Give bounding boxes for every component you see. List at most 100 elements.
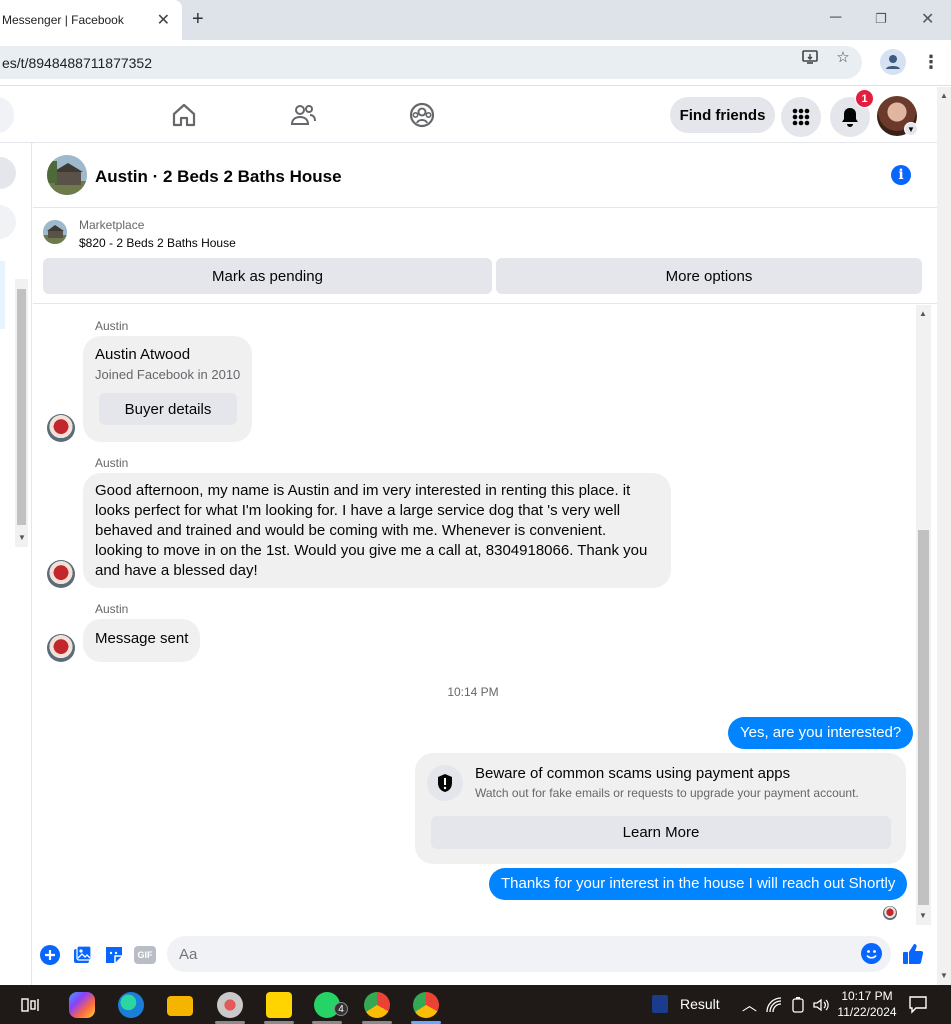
- listing-mini-thumbnail[interactable]: [43, 220, 67, 244]
- url-field[interactable]: es/t/8948488711877352: [0, 46, 862, 79]
- home-icon[interactable]: [170, 101, 198, 129]
- news-result-label[interactable]: Result: [680, 996, 720, 1012]
- incoming-message[interactable]: Message sent: [83, 619, 201, 662]
- sidebar-scroll-thumb[interactable]: [17, 289, 26, 525]
- chrome-icon[interactable]: [364, 992, 390, 1018]
- volume-icon[interactable]: [812, 996, 830, 1014]
- compose-icon[interactable]: [0, 157, 16, 189]
- task-view-icon[interactable]: [18, 992, 42, 1018]
- nfl-icon[interactable]: [652, 995, 668, 1013]
- listing-thumbnail[interactable]: [47, 155, 87, 195]
- mark-as-pending-button[interactable]: Mark as pending: [43, 258, 492, 294]
- system-clock[interactable]: 10:17 PM 11/22/2024: [836, 988, 898, 1020]
- chevron-down-icon[interactable]: ▼: [904, 122, 918, 136]
- marketplace-label: Marketplace: [79, 218, 145, 232]
- close-window-icon[interactable]: ✕: [921, 9, 934, 29]
- scroll-down-arrow-icon[interactable]: ▼: [919, 911, 927, 920]
- install-app-icon[interactable]: [801, 48, 819, 66]
- copilot-icon[interactable]: [69, 992, 95, 1018]
- scroll-down-arrow-icon[interactable]: ▼: [940, 971, 948, 980]
- learn-more-button[interactable]: Learn More: [431, 816, 891, 849]
- page-scrollbar[interactable]: ▲ ▼: [937, 87, 951, 985]
- message-input[interactable]: [167, 936, 847, 972]
- buyer-details-button[interactable]: Buyer details: [99, 393, 237, 425]
- message-line: looks perfect for what I'm looking for. …: [95, 502, 621, 519]
- file-explorer-icon[interactable]: [167, 996, 193, 1016]
- message-line: Good afternoon, my name is Austin and im…: [95, 482, 631, 499]
- browser-menu-icon[interactable]: ⋮: [922, 52, 940, 73]
- scroll-down-arrow-icon[interactable]: ▼: [18, 533, 26, 542]
- gif-icon[interactable]: GIF: [134, 946, 156, 964]
- seen-indicator-avatar: [883, 906, 897, 920]
- windows-taskbar: Result ︿ 10:17 PM 11/22/2024: [0, 985, 951, 1024]
- search-field-stub[interactable]: [0, 97, 14, 133]
- find-friends-button[interactable]: Find friends: [670, 97, 775, 133]
- sender-avatar[interactable]: [47, 414, 75, 442]
- whatsapp-unread-badge: 4: [334, 1002, 348, 1016]
- scroll-up-arrow-icon[interactable]: ▲: [919, 309, 927, 318]
- marketplace-bar: Marketplace $820 - 2 Beds 2 Baths House …: [33, 208, 937, 304]
- browser-tab-bar: Messenger | Facebook ✕ + ─ ❐ ✕: [0, 0, 951, 40]
- listing-price-title[interactable]: $820 - 2 Beds 2 Baths House: [79, 236, 236, 250]
- browser-tab[interactable]: Messenger | Facebook ✕: [0, 0, 182, 40]
- buyer-name[interactable]: Austin Atwood: [95, 346, 190, 363]
- chat-list-sidebar: ▼: [0, 143, 32, 985]
- notification-badge: 1: [855, 89, 874, 108]
- battery-icon[interactable]: [790, 996, 806, 1014]
- close-tab-icon[interactable]: ✕: [157, 10, 170, 30]
- buyer-profile-card: Austin Atwood Joined Facebook in 2010 Bu…: [83, 336, 252, 442]
- facebook-header: Find friends: [0, 87, 937, 143]
- snipping-tool-icon[interactable]: [217, 992, 243, 1018]
- clock-time: 10:17 PM: [841, 989, 893, 1003]
- url-text: es/t/8948488711877352: [2, 54, 152, 71]
- groups-icon[interactable]: [408, 101, 436, 129]
- outgoing-message[interactable]: Thanks for your interest in the house I …: [489, 868, 908, 900]
- edge-icon[interactable]: [118, 992, 144, 1018]
- thumbs-up-icon[interactable]: [901, 942, 925, 966]
- message-timestamp: 10:14 PM: [447, 685, 499, 699]
- friends-icon[interactable]: [289, 101, 317, 129]
- notification-center-icon[interactable]: [908, 994, 928, 1014]
- wifi-icon[interactable]: [765, 996, 783, 1014]
- chat-title[interactable]: Austin · 2 Beds 2 Baths House: [95, 167, 342, 187]
- browser-profile-icon[interactable]: [880, 49, 906, 75]
- warning-title: Beware of common scams using payment app…: [475, 765, 791, 782]
- menu-button[interactable]: [781, 97, 821, 137]
- incoming-message[interactable]: Good afternoon, my name is Austin and im…: [83, 473, 671, 588]
- emoji-icon[interactable]: [861, 943, 882, 964]
- info-icon[interactable]: i: [891, 165, 911, 185]
- more-options-button[interactable]: More options: [496, 258, 922, 294]
- scroll-up-arrow-icon[interactable]: ▲: [940, 91, 948, 100]
- bell-icon: [842, 108, 858, 127]
- clock-date: 11/22/2024: [837, 1005, 897, 1019]
- outgoing-message[interactable]: Yes, are you interested?: [728, 717, 914, 749]
- chevron-up-icon[interactable]: ︿: [742, 994, 757, 1015]
- thread-scrollbar[interactable]: ▲ ▼: [916, 305, 931, 925]
- sender-avatar[interactable]: [47, 634, 75, 662]
- message-line: looking to move in on the 1st. Would you…: [95, 542, 648, 559]
- minimize-icon[interactable]: ─: [830, 9, 841, 27]
- message-input-box: [167, 936, 891, 972]
- sender-name: Austin: [95, 602, 129, 616]
- thread-scroll-thumb[interactable]: [918, 530, 929, 905]
- message-thread: Austin Austin Atwood Joined Facebook in …: [33, 305, 937, 925]
- sticker-icon[interactable]: [103, 944, 125, 966]
- chat-header: Austin · 2 Beds 2 Baths House i: [33, 143, 937, 208]
- sticky-notes-icon[interactable]: [266, 992, 292, 1018]
- message-line: behaved and trained and would be coming …: [95, 522, 607, 539]
- photo-icon[interactable]: [71, 944, 93, 966]
- scam-warning-card: Beware of common scams using payment app…: [415, 753, 906, 864]
- plus-circle-icon[interactable]: [39, 944, 61, 966]
- sender-name: Austin: [95, 319, 129, 333]
- active-chat-highlight: [0, 261, 5, 329]
- grid-menu-icon: [792, 108, 810, 126]
- bookmark-star-icon[interactable]: ☆: [834, 48, 852, 66]
- buyer-joined: Joined Facebook in 2010: [95, 367, 241, 382]
- chrome-profile-icon[interactable]: [413, 992, 439, 1018]
- sidebar-scrollbar[interactable]: ▼: [15, 279, 28, 547]
- new-tab-icon[interactable]: +: [192, 8, 204, 31]
- restore-icon[interactable]: ❐: [875, 11, 887, 27]
- chat-search-stub[interactable]: [0, 205, 16, 239]
- tab-title: Messenger | Facebook: [2, 13, 124, 27]
- sender-avatar[interactable]: [47, 560, 75, 588]
